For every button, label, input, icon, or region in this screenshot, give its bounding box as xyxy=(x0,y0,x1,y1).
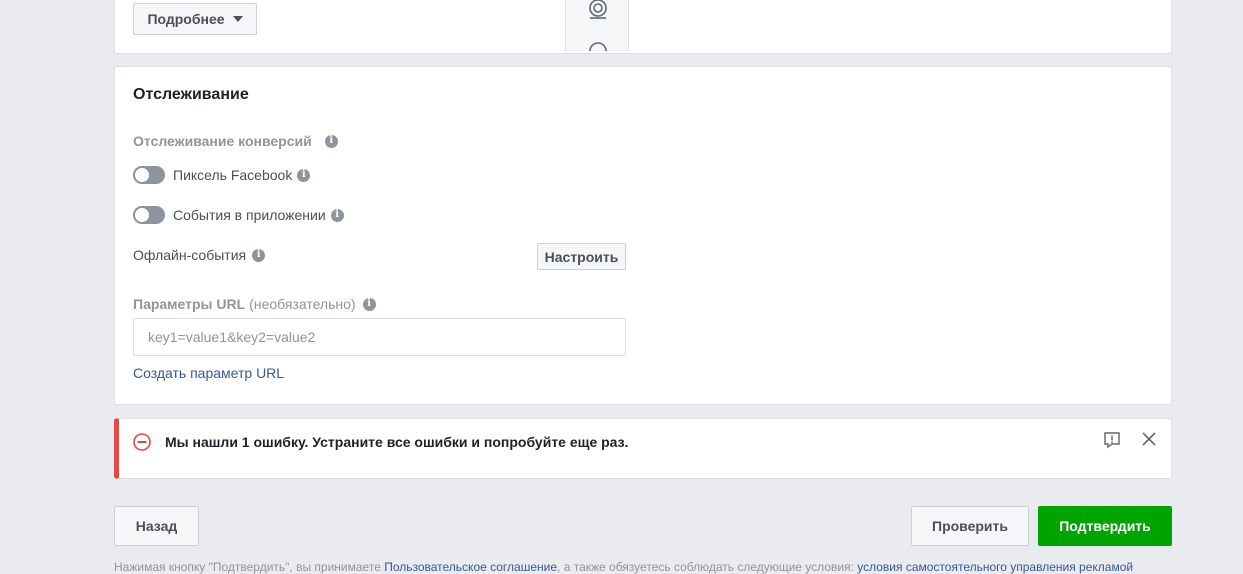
caret-down-icon xyxy=(232,16,243,22)
info-icon[interactable]: i xyxy=(330,208,344,222)
app-events-toggle[interactable] xyxy=(133,206,165,224)
offline-events-label: Офлайн-события xyxy=(133,247,247,263)
placement-icon[interactable] xyxy=(586,0,610,22)
info-icon[interactable]: i xyxy=(252,248,266,262)
conversion-tracking-label: Отслеживание конверсий xyxy=(133,133,312,149)
error-icon xyxy=(133,433,151,451)
pixel-toggle[interactable] xyxy=(133,166,165,184)
url-params-heading: Параметры URL (необязательно) i xyxy=(133,296,376,312)
feedback-icon[interactable] xyxy=(1103,431,1121,449)
placement-icon-partial xyxy=(589,42,607,51)
app-events-label: События в приложении xyxy=(173,207,326,223)
more-dropdown-button[interactable]: Подробнее xyxy=(133,3,257,35)
error-banner: Мы нашли 1 ошибку. Устраните все ошибки … xyxy=(114,418,1172,479)
preview-placement-strip xyxy=(565,0,629,51)
info-icon[interactable]: i xyxy=(362,297,376,311)
back-button[interactable]: Назад xyxy=(114,506,199,546)
conversion-tracking-heading: Отслеживание конверсий i xyxy=(133,133,338,149)
url-params-optional: (необязательно) xyxy=(249,296,356,312)
close-icon[interactable] xyxy=(1141,431,1157,447)
tracking-section: Отслеживание Отслеживание конверсий i Пи… xyxy=(114,66,1172,405)
confirm-button[interactable]: Подтвердить xyxy=(1038,506,1172,546)
app-events-row: События в приложении i xyxy=(133,206,344,224)
more-button-label: Подробнее xyxy=(147,11,225,27)
tracking-title: Отслеживание xyxy=(133,86,249,103)
url-params-label: Параметры URL xyxy=(133,296,246,312)
configure-button[interactable]: Настроить xyxy=(537,243,626,270)
offline-events-row: Офлайн-события i xyxy=(133,247,266,263)
pixel-label: Пиксель Facebook xyxy=(173,167,293,183)
url-params-input[interactable] xyxy=(133,318,626,356)
error-message: Мы нашли 1 ошибку. Устраните все ошибки … xyxy=(165,434,629,450)
create-url-param-link[interactable]: Создать параметр URL xyxy=(133,365,284,381)
info-icon[interactable]: i xyxy=(324,134,338,148)
info-icon[interactable]: i xyxy=(297,168,311,182)
check-button[interactable]: Проверить xyxy=(911,506,1029,546)
ad-preview-card: Подробнее xyxy=(114,0,1172,54)
pixel-row: Пиксель Facebook i xyxy=(133,166,311,184)
